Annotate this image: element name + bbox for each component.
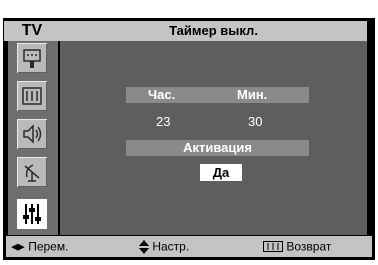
timer-panel: Час. Мин. 23 30 Активация Да [60, 41, 367, 235]
activation-label: Активация [126, 140, 309, 156]
setup-icon [23, 204, 41, 224]
sidebar-item-sound[interactable] [17, 119, 47, 149]
up-down-arrows-icon [139, 239, 149, 254]
move-label: Перем. [28, 239, 69, 254]
footer-return: Возврат [263, 236, 331, 257]
picture-icon [22, 87, 42, 105]
activation-value[interactable]: Да [200, 164, 242, 181]
sidebar-item-setup[interactable] [17, 199, 47, 229]
left-right-arrows-icon: ◀▶ [11, 241, 25, 252]
return-label: Возврат [286, 239, 332, 254]
hours-label: Час. [148, 87, 176, 102]
adjust-label: Настр. [152, 239, 190, 254]
sound-icon [23, 124, 42, 144]
tv-label: TV [4, 21, 60, 41]
hours-value[interactable]: 23 [156, 114, 170, 130]
menu-title: Таймер выкл. [60, 21, 367, 41]
minutes-value[interactable]: 30 [248, 114, 262, 130]
sidebar-item-picture[interactable] [17, 81, 47, 111]
footer-adjust: Настр. [139, 236, 189, 257]
footer-move: ◀▶ Перем. [11, 236, 68, 257]
sidebar-item-channel[interactable] [17, 157, 47, 187]
time-header: Час. Мин. [126, 87, 309, 103]
sidebar-item-input[interactable] [17, 43, 47, 73]
minutes-label: Мин. [237, 87, 268, 102]
input-icon [23, 49, 41, 68]
menu-sidebar [8, 41, 58, 235]
channel-icon [24, 164, 40, 182]
menu-icon [263, 241, 283, 253]
footer-bar: ◀▶ Перем. Настр. Возврат [6, 236, 372, 257]
